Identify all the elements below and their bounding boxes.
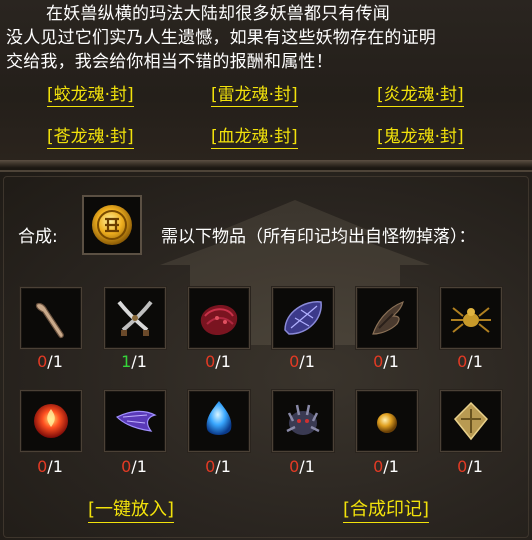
amber-pearl-icon (377, 413, 397, 433)
material-count: 0/1 (205, 352, 231, 371)
quest-description: 在妖兽纵横的玛法大陆却很多妖兽都只有传闻 没人见过它们实乃人生遗憾，如果有这些妖… (6, 2, 526, 74)
material-count: 1/1 (121, 352, 147, 371)
quest-line: 在妖兽纵横的玛法大陆却很多妖兽都只有传闻 (46, 4, 390, 24)
material-slot[interactable] (188, 287, 250, 349)
quest-line: 交给我，我会给你相当不错的报酬和属性！ (6, 52, 333, 72)
material-count: 0/1 (289, 352, 315, 371)
material-slot[interactable] (104, 390, 166, 452)
requirement-text: 需以下物品（所有印记均出自怪物掉落）： (161, 227, 476, 247)
synth-label: 合成: (18, 227, 58, 247)
material-count: 0/1 (289, 457, 315, 476)
put-all-button[interactable]: [一键放入] (88, 498, 175, 523)
link-guilong-seal[interactable]: [鬼龙魂·封] (377, 126, 464, 149)
material-slot[interactable] (356, 287, 418, 349)
link-xuelong-seal[interactable]: [血龙魂·封] (211, 126, 298, 149)
panel-divider (0, 160, 532, 168)
dark-claw-icon (372, 301, 404, 335)
material-count: 0/1 (457, 457, 483, 476)
material-count: 0/1 (205, 457, 231, 476)
material-slot[interactable] (20, 287, 82, 349)
material-count: 0/1 (121, 457, 147, 476)
link-jiaolong-seal[interactable]: [蛟龙魂·封] (47, 84, 134, 107)
material-count: 0/1 (373, 457, 399, 476)
link-yanlong-seal[interactable]: [炎龙魂·封] (377, 84, 464, 107)
material-count: 0/1 (37, 352, 63, 371)
material-slot[interactable] (440, 287, 502, 349)
quest-text-panel: 在妖兽纵横的玛法大陆却很多妖兽都只有传闻 没人见过它们实乃人生遗憾，如果有这些妖… (0, 0, 532, 162)
material-slot[interactable] (440, 390, 502, 452)
bone-club-icon (35, 302, 64, 339)
quest-line: 没人见过它们实乃人生遗憾，如果有这些妖物存在的证明 (6, 28, 436, 48)
link-leilong-seal[interactable]: [雷龙魂·封] (211, 84, 298, 107)
crossed-blades-icon (117, 300, 153, 336)
material-slot[interactable] (20, 390, 82, 452)
link-canglong-seal[interactable]: [苍龙魂·封] (47, 126, 134, 149)
blue-crystal-icon (206, 401, 232, 435)
material-slot[interactable] (188, 390, 250, 452)
spiked-beast-icon (286, 404, 320, 435)
material-count: 0/1 (457, 352, 483, 371)
material-count: 0/1 (373, 352, 399, 371)
golden-spider-icon (451, 307, 491, 333)
gold-rune-icon (453, 401, 489, 441)
material-slot[interactable] (104, 287, 166, 349)
red-scale-icon (200, 304, 238, 336)
material-slot[interactable] (356, 390, 418, 452)
result-slot[interactable] (82, 195, 142, 255)
purple-fin-icon (115, 410, 157, 432)
gold-coin-seal-icon (92, 205, 132, 245)
material-slot[interactable] (272, 287, 334, 349)
blue-shell-icon (284, 301, 322, 335)
fire-orb-icon (34, 404, 68, 438)
material-count: 0/1 (37, 457, 63, 476)
synthesize-seal-button[interactable]: [合成印记] (343, 498, 430, 523)
material-slot[interactable] (272, 390, 334, 452)
quest-dialog: 在妖兽纵横的玛法大陆却很多妖兽都只有传闻 没人见过它们实乃人生遗憾，如果有这些妖… (0, 0, 532, 540)
